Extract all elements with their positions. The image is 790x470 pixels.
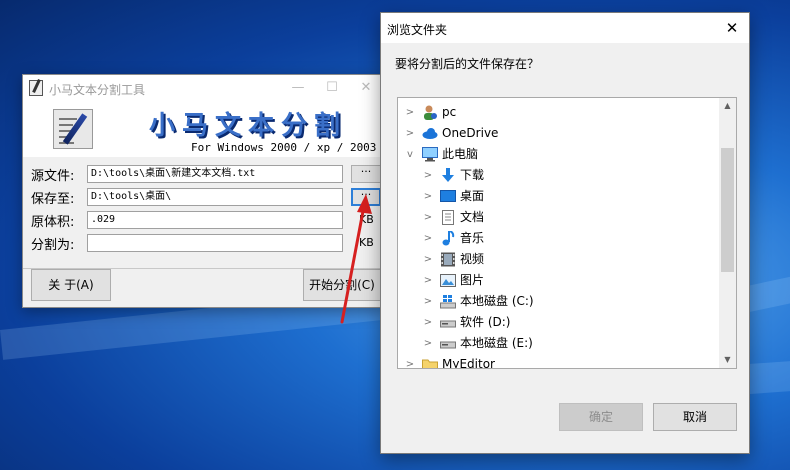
drive-icon (440, 341, 456, 349)
chevron-right-icon[interactable]: > (422, 270, 434, 291)
chevron-right-icon[interactable]: > (404, 123, 416, 144)
scroll-down-icon[interactable]: ▼ (719, 352, 736, 368)
scroll-up-icon[interactable]: ▲ (719, 98, 736, 114)
banner-subtitle: For Windows 2000 / xp / 2003 (191, 141, 377, 154)
tree-item-label: 软件 (D:) (460, 315, 511, 329)
user-icon (424, 105, 437, 120)
picture-icon (440, 274, 456, 287)
close-button[interactable]: ✕ (351, 75, 381, 101)
app-form: 源文件: D:\tools\桌面\新建文本文档.txt ··· 保存至: D:\… (23, 157, 383, 307)
chevron-right-icon[interactable]: > (422, 165, 434, 186)
split-size-unit: KB (359, 236, 374, 249)
tree-item-label: 本地磁盘 (E:) (460, 336, 533, 350)
desktop-icon (440, 190, 456, 202)
orig-size-label: 原体积: (31, 215, 75, 230)
banner-title: 小马文本分割 (149, 111, 348, 141)
minimize-button[interactable]: — (283, 75, 313, 101)
orig-size-field: .029 (87, 211, 343, 229)
scroll-thumb[interactable] (721, 148, 734, 272)
split-to-label: 分割为: (31, 238, 75, 253)
tree-item-label: 下载 (460, 168, 485, 182)
tree-item-label: 文档 (460, 210, 485, 224)
download-icon (442, 168, 454, 182)
tree-item-label: 视频 (460, 252, 485, 266)
cloud-icon (422, 128, 438, 139)
music-icon (442, 231, 455, 246)
about-button[interactable]: 关 于(A) (31, 269, 111, 301)
save-to-label: 保存至: (31, 192, 75, 207)
chevron-down-icon[interactable]: v (404, 144, 416, 165)
app-banner: 小马文本分割 For Windows 2000 / xp / 2003 (23, 101, 383, 157)
chevron-right-icon[interactable]: > (422, 312, 434, 333)
tree-item-label: MyEditor (442, 357, 495, 369)
dialog-close-button[interactable]: ✕ (715, 13, 749, 43)
tree-item-label: pc (442, 105, 457, 119)
drive-icon (440, 320, 456, 328)
browse-folder-dialog: 浏览文件夹 ✕ 要将分割后的文件保存在？ > pc > OneDrive v 此… (380, 12, 750, 454)
document-icon (442, 210, 454, 225)
chevron-right-icon[interactable]: > (422, 186, 434, 207)
save-to-input[interactable]: D:\tools\桌面\ (87, 188, 343, 206)
tree-item-label: 桌面 (460, 189, 485, 203)
maximize-button[interactable]: ☐ (317, 75, 347, 101)
save-browse-button[interactable]: ··· (351, 188, 381, 206)
tree-item-label: 音乐 (460, 231, 485, 245)
dialog-prompt: 要将分割后的文件保存在？ (395, 57, 540, 71)
source-browse-button[interactable]: ··· (351, 165, 381, 183)
chevron-right-icon[interactable]: > (422, 291, 434, 312)
window-title: 小马文本分割工具 (49, 83, 146, 97)
chevron-right-icon[interactable]: > (422, 333, 434, 354)
chevron-right-icon[interactable]: > (404, 354, 416, 368)
orig-size-unit: KB (359, 213, 374, 226)
notepad-logo-icon (53, 109, 93, 149)
cancel-button[interactable]: 取消 (653, 403, 737, 431)
folder-icon (422, 359, 438, 368)
chevron-right-icon[interactable]: > (404, 102, 416, 123)
tree-item-label: 此电脑 (442, 147, 479, 161)
folder-tree[interactable]: > pc > OneDrive v 此电脑 > 下载 > 桌面 > 文档 > 音… (397, 97, 737, 369)
split-tool-window: 小马文本分割工具 — ☐ ✕ 小马文本分割 For Windows 2000 /… (22, 74, 384, 308)
split-tool-titlebar: 小马文本分割工具 — ☐ ✕ (23, 75, 383, 101)
notepad-pen-icon (29, 80, 43, 96)
chevron-right-icon[interactable]: > (422, 207, 434, 228)
tree-scrollbar[interactable]: ▲ ▼ (719, 98, 736, 368)
windows-drive-icon (440, 295, 456, 309)
ok-button[interactable]: 确定 (559, 403, 643, 431)
start-split-button[interactable]: 开始分割(C) (303, 269, 381, 301)
tree-item-label: 本地磁盘 (C:) (460, 294, 534, 308)
dialog-titlebar: 浏览文件夹 ✕ (381, 13, 749, 43)
source-label: 源文件: (31, 169, 75, 184)
video-icon (441, 252, 455, 267)
tree-item-label: OneDrive (442, 126, 499, 140)
source-file-input[interactable]: D:\tools\桌面\新建文本文档.txt (87, 165, 343, 183)
computer-icon (422, 147, 438, 162)
tree-item-label: 图片 (460, 273, 485, 287)
chevron-right-icon[interactable]: > (422, 228, 434, 249)
dialog-title: 浏览文件夹 (387, 23, 448, 37)
split-size-input[interactable] (87, 234, 343, 252)
chevron-right-icon[interactable]: > (422, 249, 434, 270)
